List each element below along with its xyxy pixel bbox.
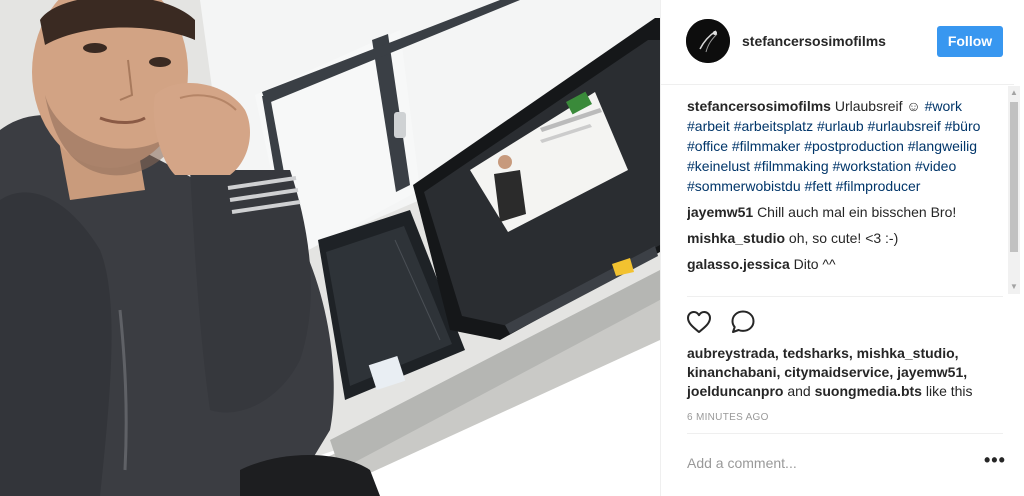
post-author-username[interactable]: stefancersosimofilms [742,33,886,49]
likes-users-line1[interactable]: aubreystrada, tedsharks, mishka_studio, [687,345,959,361]
post-photo[interactable] [0,0,660,496]
comment-username[interactable]: galasso.jessica [687,256,790,272]
comment-text: Dito ^^ [793,256,836,272]
caption-text: Urlaubsreif ☺ [834,98,921,114]
avatar-logo-icon [686,19,730,63]
likes-and: and [787,383,811,399]
likes-summary: aubreystrada, tedsharks, mishka_studio, … [687,344,997,401]
scroll-down-arrow-icon[interactable]: ▼ [1008,280,1020,294]
comments-list: stefancersosimofilms Urlaubsreif ☺ #work… [687,96,1005,296]
scrollbar-thumb[interactable] [1010,102,1018,252]
comment-text: Chill auch mal ein bisschen Bro! [757,204,957,220]
heart-icon[interactable] [685,308,713,336]
caption-username[interactable]: stefancersosimofilms [687,98,831,114]
divider [687,296,1003,297]
comment-item: mishka_studio oh, so cute! <3 :-) [687,228,1005,248]
comments-scrollbar[interactable]: ▲ ▼ [1008,86,1020,294]
comment-username[interactable]: jayemw51 [687,204,753,220]
post-sidebar: stefancersosimofilms Follow stefancersos… [660,0,1020,496]
selfie-photo-illustration [0,0,660,496]
scroll-up-arrow-icon[interactable]: ▲ [1008,86,1020,100]
follow-button[interactable]: Follow [937,26,1003,57]
post-timestamp[interactable]: 6 MINUTES AGO [687,412,769,423]
avatar[interactable] [686,19,730,63]
comment-bubble-icon[interactable] [729,308,757,336]
divider [687,433,1003,434]
comment-item: galasso.jessica Dito ^^ [687,254,1005,274]
more-options-icon[interactable]: ••• [984,451,1005,471]
post-header: stefancersosimofilms Follow [661,0,1014,85]
likes-users-line2[interactable]: kinanchabani, citymaidservice, jayemw51, [687,364,967,380]
likes-user[interactable]: joelduncanpro [687,383,783,399]
caption: stefancersosimofilms Urlaubsreif ☺ #work… [687,96,1005,196]
comment-text: oh, so cute! <3 :-) [788,230,899,246]
comment-username[interactable]: mishka_studio [687,230,785,246]
likes-last-user[interactable]: suongmedia.bts [815,383,922,399]
comment-item: jayemw51 Chill auch mal ein bisschen Bro… [687,202,1005,222]
likes-suffix: like this [925,383,973,399]
add-comment-input[interactable] [685,450,969,476]
